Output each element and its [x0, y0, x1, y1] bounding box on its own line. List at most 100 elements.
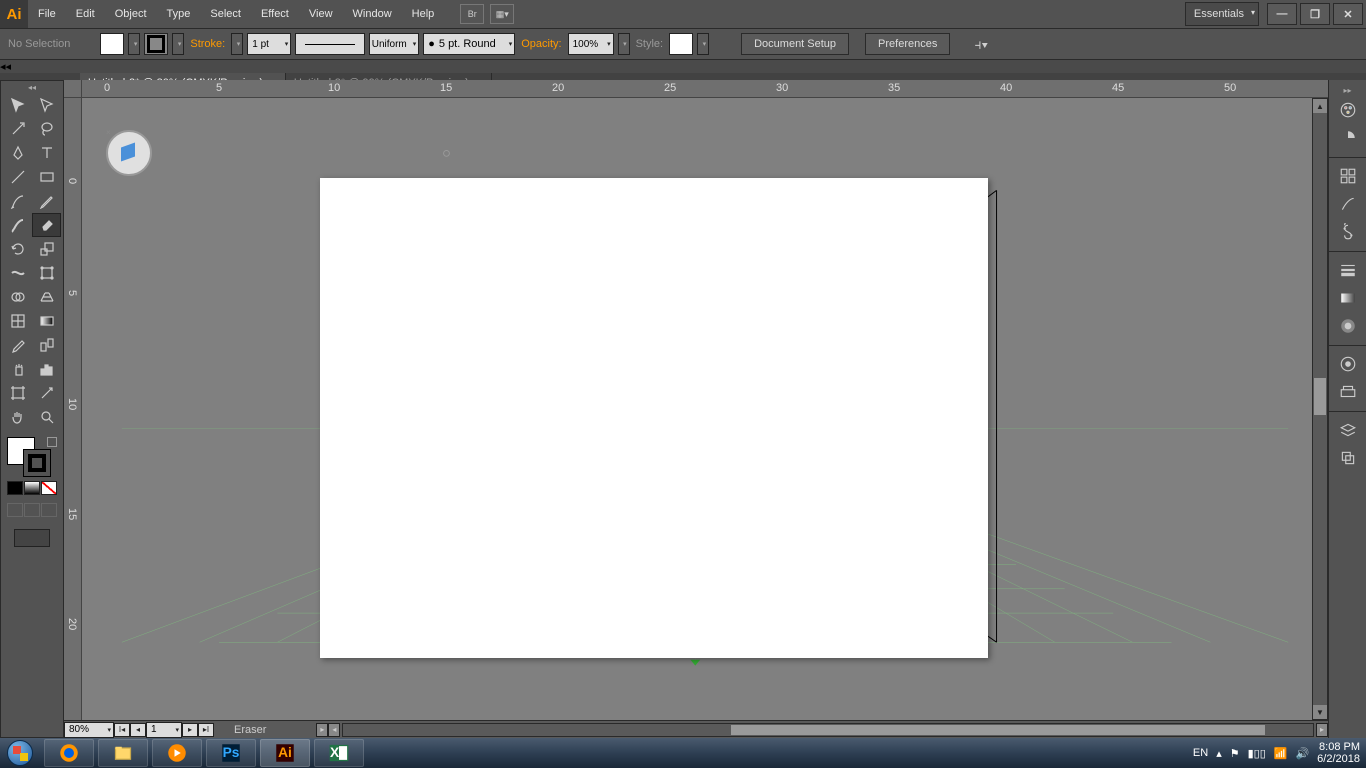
menu-file[interactable]: File — [28, 0, 66, 28]
transparency-panel-icon[interactable] — [1329, 312, 1366, 340]
symbols-panel-icon[interactable] — [1329, 218, 1366, 246]
vertical-scrollbar[interactable]: ▲ ▼ — [1312, 98, 1328, 720]
blob-brush-tool[interactable] — [3, 213, 32, 237]
artboard-nav-field[interactable]: 1 — [146, 722, 182, 738]
screen-mode-button[interactable] — [14, 529, 50, 547]
bridge-button[interactable]: Br — [460, 4, 484, 24]
zoom-field[interactable]: 80% — [64, 722, 114, 738]
blend-tool[interactable] — [32, 333, 61, 357]
expand-dock-left[interactable]: ◂◂ — [0, 61, 11, 73]
lasso-tool[interactable] — [32, 117, 61, 141]
start-button[interactable] — [0, 738, 40, 768]
clock[interactable]: 8:08 PM 6/2/2018 — [1317, 741, 1360, 765]
expand-dock-right[interactable]: ▸▸ — [1329, 86, 1366, 96]
arrange-button[interactable]: ▦▾ — [490, 4, 514, 24]
eraser-tool[interactable] — [32, 213, 61, 237]
menu-view[interactable]: View — [299, 0, 343, 28]
perspective-grid-widget[interactable]: × — [106, 130, 152, 176]
column-graph-tool[interactable] — [32, 357, 61, 381]
minimize-button[interactable]: — — [1267, 3, 1297, 25]
symbol-sprayer-tool[interactable] — [3, 357, 32, 381]
menu-window[interactable]: Window — [343, 0, 402, 28]
menu-edit[interactable]: Edit — [66, 0, 105, 28]
style-dropdown[interactable] — [697, 33, 709, 55]
layers-panel-icon[interactable] — [1329, 416, 1366, 444]
network-icon[interactable]: ▮▯▯ — [1248, 747, 1266, 760]
perspective-cube-icon[interactable] — [117, 141, 141, 165]
scale-tool[interactable] — [32, 237, 61, 261]
opacity-label[interactable]: Opacity: — [519, 38, 563, 50]
close-button[interactable]: ✕ — [1333, 3, 1363, 25]
stroke-dropdown[interactable] — [172, 33, 184, 55]
expand-tools[interactable]: ◂◂ — [3, 83, 61, 93]
draw-behind[interactable] — [24, 503, 40, 517]
align-icon[interactable]: ⫞▾ — [966, 32, 996, 56]
slice-tool[interactable] — [32, 381, 61, 405]
draw-inside[interactable] — [41, 503, 57, 517]
graphic-styles-panel-icon[interactable] — [1329, 378, 1366, 406]
status-menu-button[interactable]: ▸ — [316, 723, 328, 737]
rotate-tool[interactable] — [3, 237, 32, 261]
appearance-panel-icon[interactable] — [1329, 350, 1366, 378]
wifi-icon[interactable]: 📶 — [1274, 747, 1288, 760]
volume-icon[interactable]: 🔊 — [1295, 747, 1309, 760]
artboards-panel-icon[interactable] — [1329, 444, 1366, 472]
width-tool[interactable] — [3, 261, 32, 285]
zoom-tool[interactable] — [32, 405, 61, 429]
hand-tool[interactable] — [3, 405, 32, 429]
gradient-tool[interactable] — [32, 309, 61, 333]
rectangle-tool[interactable] — [32, 165, 61, 189]
system-tray[interactable]: EN ▴ ⚑ ▮▯▯ 📶 🔊 8:08 PM 6/2/2018 — [1193, 741, 1366, 765]
menu-effect[interactable]: Effect — [251, 0, 299, 28]
menu-help[interactable]: Help — [402, 0, 445, 28]
restore-button[interactable]: ❐ — [1300, 3, 1330, 25]
workspace-switcher[interactable]: Essentials — [1185, 2, 1259, 26]
fill-stroke-control[interactable] — [3, 435, 59, 479]
brush-dropdown[interactable]: ●5 pt. Round — [423, 33, 515, 55]
pen-tool[interactable] — [3, 141, 32, 165]
menu-select[interactable]: Select — [200, 0, 251, 28]
vertical-ruler[interactable]: 0 5 10 15 20 — [64, 98, 82, 720]
first-artboard-button[interactable]: I◂ — [114, 723, 130, 737]
eyedropper-tool[interactable] — [3, 333, 32, 357]
scroll-thumb[interactable] — [1314, 378, 1326, 415]
stroke-weight-stepper[interactable] — [231, 33, 243, 55]
taskbar-firefox[interactable] — [44, 739, 94, 767]
line-tool[interactable] — [3, 165, 32, 189]
horizontal-scrollbar[interactable] — [342, 723, 1314, 737]
stroke-profile-preview[interactable] — [295, 33, 365, 55]
document-setup-button[interactable]: Document Setup — [741, 33, 849, 55]
swatches-panel-icon[interactable] — [1329, 162, 1366, 190]
opacity-field[interactable]: 100% — [568, 33, 614, 55]
taskbar[interactable]: Ps Ai X EN ▴ ⚑ ▮▯▯ 📶 🔊 8:08 PM 6/2/2018 — [0, 738, 1366, 768]
horizontal-ruler[interactable]: 0 5 10 15 20 25 30 35 40 45 50 — [82, 80, 1328, 98]
style-swatch[interactable] — [669, 33, 693, 55]
perspective-grid-tool[interactable] — [32, 285, 61, 309]
stroke-swatch[interactable] — [144, 33, 168, 55]
hscroll-right[interactable]: ▸ — [1316, 723, 1328, 737]
scroll-up-icon[interactable]: ▲ — [1313, 99, 1327, 113]
taskbar-excel[interactable]: X — [314, 739, 364, 767]
tray-expand-icon[interactable]: ▴ — [1216, 747, 1222, 760]
close-widget-icon[interactable]: × — [106, 128, 116, 138]
color-mode-none[interactable] — [41, 481, 57, 495]
taskbar-explorer[interactable] — [98, 739, 148, 767]
free-transform-tool[interactable] — [32, 261, 61, 285]
gradient-panel-icon[interactable] — [1329, 284, 1366, 312]
type-tool[interactable] — [32, 141, 61, 165]
stroke-label[interactable]: Stroke: — [188, 38, 227, 50]
artboard-tool[interactable] — [3, 381, 32, 405]
hscroll-left[interactable]: ◂ — [328, 723, 340, 737]
taskbar-media-player[interactable] — [152, 739, 202, 767]
color-mode-solid[interactable] — [7, 481, 23, 495]
stroke-profile-dropdown[interactable]: Uniform — [369, 33, 419, 55]
selection-tool[interactable] — [3, 93, 32, 117]
brushes-panel-icon[interactable] — [1329, 190, 1366, 218]
color-panel-icon[interactable] — [1329, 96, 1366, 124]
language-indicator[interactable]: EN — [1193, 747, 1208, 759]
action-center-icon[interactable]: ⚑ — [1230, 747, 1240, 760]
next-artboard-button[interactable]: ▸ — [182, 723, 198, 737]
scroll-thumb[interactable] — [731, 725, 1264, 735]
magic-wand-tool[interactable] — [3, 117, 32, 141]
menu-type[interactable]: Type — [157, 0, 201, 28]
